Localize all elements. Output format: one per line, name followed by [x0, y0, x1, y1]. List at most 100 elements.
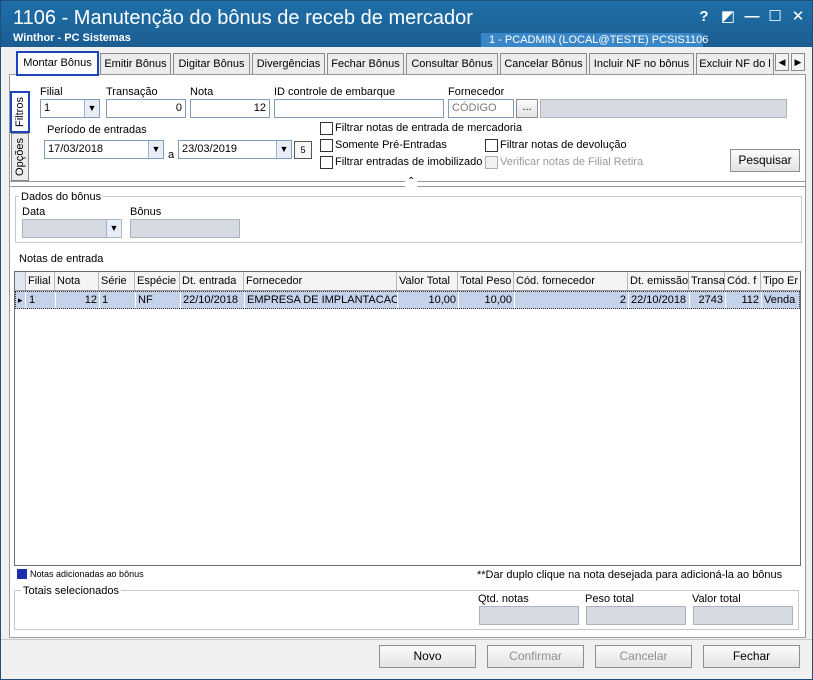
- legend-text: Notas adicionadas ao bônus: [30, 569, 144, 579]
- pesquisar-button[interactable]: Pesquisar: [730, 149, 800, 172]
- cell-filial: 1: [27, 292, 56, 308]
- tab-digitar-bonus[interactable]: Digitar Bônus: [173, 53, 250, 74]
- col-transacao[interactable]: Transa: [689, 272, 725, 290]
- periodo-label: Período de entradas: [47, 124, 147, 136]
- id-embarque-input[interactable]: [274, 99, 444, 118]
- chevron-down-icon[interactable]: ▼: [148, 141, 163, 158]
- data-fim-value: 23/03/2019: [182, 143, 238, 155]
- filial-combo[interactable]: 1 ▼: [40, 99, 100, 118]
- window-title: 1106 - Manutenção do bônus de receb de m…: [13, 7, 473, 29]
- bonus-label: Bônus: [130, 206, 162, 218]
- filtrar-devolucao-label: Filtrar notas de devolução: [500, 139, 627, 151]
- tab-excluir-nf[interactable]: Excluir NF do l: [696, 53, 774, 74]
- table-row[interactable]: ▸ 1 12 1 NF 22/10/2018 EMPRESA DE IMPLAN…: [15, 291, 800, 309]
- somente-pre-label: Somente Pré-Entradas: [335, 139, 447, 151]
- tab-divergencias[interactable]: Divergências: [252, 53, 325, 74]
- chevron-down-icon[interactable]: ▼: [106, 220, 121, 237]
- grid-corner: [15, 272, 26, 290]
- cell-fornecedor: EMPRESA DE IMPLANTACAO LT: [247, 292, 398, 308]
- cell-especie: NF: [136, 292, 181, 308]
- col-valor-total[interactable]: Valor Total: [397, 272, 458, 290]
- col-especie[interactable]: Espécie: [135, 272, 180, 290]
- fornecedor-name-field: [540, 99, 787, 118]
- filtrar-imobilizado-checkbox[interactable]: [320, 156, 333, 169]
- tab-fechar-bonus[interactable]: Fechar Bônus: [327, 53, 404, 74]
- qtd-notas-label: Qtd. notas: [478, 593, 529, 605]
- col-cod-f[interactable]: Cód. f: [725, 272, 761, 290]
- title-bar[interactable]: 1106 - Manutenção do bônus de receb de m…: [1, 1, 812, 47]
- peso-total-field: [586, 606, 686, 625]
- novo-button[interactable]: Novo: [379, 645, 476, 668]
- minimize-icon[interactable]: —: [742, 7, 762, 27]
- cell-cod-fornecedor: 2: [515, 292, 629, 308]
- col-dt-entrada[interactable]: Dt. entrada: [180, 272, 244, 290]
- chevron-down-icon[interactable]: ▼: [276, 141, 291, 158]
- filtrar-devolucao-checkbox[interactable]: [485, 139, 498, 152]
- fornecedor-lookup-button[interactable]: ...: [516, 99, 538, 118]
- data-inicio-input[interactable]: 17/03/2018 ▼: [44, 140, 164, 159]
- col-fornecedor[interactable]: Fornecedor: [244, 272, 397, 290]
- col-cod-fornecedor[interactable]: Cód. fornecedor: [514, 272, 628, 290]
- legend-hint: **Dar duplo clique na nota desejada para…: [477, 569, 783, 581]
- side-tab-filtros[interactable]: Filtros: [10, 91, 30, 133]
- fornecedor-code-input[interactable]: CÓDIGO: [448, 99, 514, 118]
- qtd-notas-field: [479, 606, 579, 625]
- totais-title: Totais selecionados: [21, 585, 122, 597]
- help-icon[interactable]: ?: [694, 7, 714, 27]
- col-filial[interactable]: Filial: [26, 272, 55, 290]
- fechar-button[interactable]: Fechar: [703, 645, 800, 668]
- somente-pre-checkbox[interactable]: [320, 139, 333, 152]
- transacao-input[interactable]: 0: [106, 99, 186, 118]
- chevron-up-icon[interactable]: ⌃: [405, 176, 418, 187]
- filtrar-entrada-label: Filtrar notas de entrada de mercadoria: [335, 122, 523, 134]
- row-indicator-icon: ▸: [16, 292, 26, 308]
- tab-scroll-right-icon[interactable]: ▶: [791, 53, 805, 71]
- splitter[interactable]: ⌃: [10, 176, 805, 187]
- cell-tipo: Venda: [762, 292, 800, 308]
- col-nota[interactable]: Nota: [55, 272, 99, 290]
- filtrar-imobilizado-label: Filtrar entradas de imobilizado: [335, 156, 483, 168]
- data-combo[interactable]: ▼: [22, 219, 122, 238]
- cell-total-peso: 10,00: [459, 292, 515, 308]
- tab-incluir-nf[interactable]: Incluir NF no bônus: [589, 53, 694, 74]
- dados-bonus-group: Dados do bônus Data ▼ Bônus: [15, 191, 802, 243]
- col-total-peso[interactable]: Total Peso: [458, 272, 514, 290]
- col-serie[interactable]: Série: [99, 272, 135, 290]
- notas-grid[interactable]: Filial Nota Série Espécie Dt. entrada Fo…: [14, 271, 801, 566]
- valor-total-field: [693, 606, 793, 625]
- col-dt-emissao[interactable]: Dt. emissão: [628, 272, 689, 290]
- user-info: 1 - PCADMIN (LOCAL@TESTE) PCSIS1106: [481, 33, 708, 47]
- confirmar-button: Confirmar: [487, 645, 584, 668]
- tab-montar-bonus[interactable]: Montar Bônus: [16, 51, 99, 76]
- nota-input[interactable]: 12: [190, 99, 270, 118]
- cell-serie: 1: [100, 292, 136, 308]
- cell-dt-emissao: 22/10/2018: [629, 292, 690, 308]
- filial-value: 1: [44, 102, 51, 114]
- cell-dt-entrada: 22/10/2018: [181, 292, 245, 308]
- cancelar-button: Cancelar: [595, 645, 692, 668]
- grid-header: Filial Nota Série Espécie Dt. entrada Fo…: [15, 272, 800, 291]
- maximize-icon[interactable]: ☐: [765, 7, 785, 27]
- col-tipo[interactable]: Tipo Er: [761, 272, 800, 290]
- close-icon[interactable]: ✕: [788, 7, 808, 27]
- cell-nota: 12: [56, 292, 100, 308]
- cell-valor-total: 10,00: [398, 292, 459, 308]
- tab-consultar-bonus[interactable]: Consultar Bônus: [406, 53, 498, 74]
- verificar-filial-label: Verificar notas de Filial Retira: [500, 156, 644, 168]
- fornecedor-label: Fornecedor: [448, 86, 505, 98]
- verificar-filial-checkbox: [485, 156, 498, 169]
- tab-scroll-left-icon[interactable]: ◀: [775, 53, 789, 71]
- side-tab-opcoes[interactable]: Opções: [11, 133, 29, 181]
- data-fim-input[interactable]: 23/03/2019 ▼: [178, 140, 292, 159]
- calendar-icon[interactable]: 5: [294, 141, 312, 159]
- restore-icon[interactable]: ◩: [718, 7, 738, 27]
- bonus-field: [130, 219, 240, 238]
- tab-emitir-bonus[interactable]: Emitir Bônus: [100, 53, 171, 74]
- valor-total-label: Valor total: [692, 593, 741, 605]
- filtrar-entrada-checkbox[interactable]: [320, 122, 333, 135]
- notas-title: Notas de entrada: [19, 253, 104, 265]
- chevron-down-icon[interactable]: ▼: [84, 100, 99, 117]
- nota-label: Nota: [190, 86, 214, 98]
- transacao-label: Transação: [106, 86, 158, 98]
- tab-cancelar-bonus[interactable]: Cancelar Bônus: [500, 53, 587, 74]
